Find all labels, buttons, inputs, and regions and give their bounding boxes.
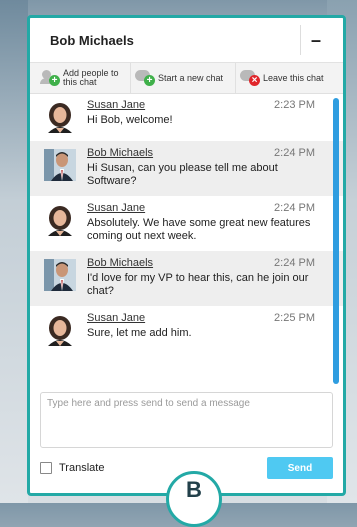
message-input-placeholder: Type here and press send to send a messa… — [47, 398, 250, 409]
start-new-chat-button[interactable]: + Start a new chat — [130, 63, 235, 93]
bottom-badge: B — [166, 471, 222, 527]
avatar — [44, 149, 76, 181]
translate-checkbox[interactable] — [40, 462, 52, 474]
message-text: Sure, let me add him. — [87, 327, 192, 339]
message-item: Susan Jane 2:23 PM Hi Bob, welcome! — [30, 93, 343, 141]
message-body: Bob Michaels 2:24 PM I'd love for my VP to… — [87, 257, 329, 298]
message-item: Bob Michaels 2:24 PM Hi Susan, can you ple… — [30, 141, 343, 196]
minimize-button[interactable]: – — [300, 25, 331, 55]
message-meta: Bob Michaels 2:24 PM — [87, 257, 315, 269]
leave-chat-button[interactable]: × Leave this chat — [235, 63, 343, 93]
message-sender-link[interactable]: Susan Jane — [87, 99, 145, 111]
add-person-icon: + — [40, 70, 60, 86]
avatar — [44, 204, 76, 236]
message-meta: Bob Michaels 2:24 PM — [87, 147, 315, 159]
add-people-label: Add people to this chat — [63, 68, 119, 87]
message-scrollbar[interactable] — [333, 98, 339, 384]
message-body: Susan Jane 2:25 PM Sure, let me add him. — [87, 312, 329, 346]
message-input[interactable]: Type here and press send to send a messa… — [40, 392, 333, 448]
message-time: 2:25 PM — [274, 312, 315, 324]
leave-chat-label: Leave this chat — [263, 73, 324, 83]
chat-title: Bob Michaels — [50, 32, 134, 48]
chat-toolbar: + Add people to this chat + Start a new … — [30, 63, 343, 94]
translate-label: Translate — [59, 462, 105, 474]
message-time: 2:24 PM — [274, 257, 315, 269]
chat-window: Bob Michaels – + Add people to this chat… — [27, 15, 346, 496]
translate-option[interactable]: Translate — [40, 462, 104, 474]
message-time: 2:24 PM — [274, 202, 315, 214]
message-time: 2:23 PM — [274, 99, 315, 111]
background-left — [0, 0, 28, 503]
message-body: Susan Jane 2:24 PM Absolutely. We have som… — [87, 202, 329, 243]
message-list[interactable]: Susan Jane 2:23 PM Hi Bob, welcome! Bob Mic… — [30, 93, 343, 389]
start-new-chat-label: Start a new chat — [158, 73, 224, 83]
message-item: Susan Jane 2:25 PM Sure, let me add him. — [30, 306, 343, 354]
avatar — [44, 101, 76, 133]
message-time: 2:24 PM — [274, 147, 315, 159]
message-body: Bob Michaels 2:24 PM Hi Susan, can you ple… — [87, 147, 329, 188]
message-sender-link[interactable]: Susan Jane — [87, 202, 145, 214]
message-item: Bob Michaels 2:24 PM I'd love for my VP to… — [30, 251, 343, 306]
message-text: Absolutely. We have some great new featu… — [87, 217, 311, 242]
avatar — [44, 314, 76, 346]
chat-titlebar: Bob Michaels – — [30, 18, 343, 63]
message-text: Hi Susan, can you please tell me about S… — [87, 162, 278, 187]
message-sender-link[interactable]: Susan Jane — [87, 312, 145, 324]
leave-chat-icon: × — [240, 70, 260, 86]
add-people-button[interactable]: + Add people to this chat — [30, 69, 130, 87]
send-button[interactable]: Send — [267, 457, 333, 479]
message-body: Susan Jane 2:23 PM Hi Bob, welcome! — [87, 99, 329, 133]
message-meta: Susan Jane 2:25 PM — [87, 312, 315, 324]
message-meta: Susan Jane 2:24 PM — [87, 202, 315, 214]
message-sender-link[interactable]: Bob Michaels — [87, 257, 153, 269]
message-sender-link[interactable]: Bob Michaels — [87, 147, 153, 159]
new-chat-icon: + — [135, 70, 155, 86]
message-meta: Susan Jane 2:23 PM — [87, 99, 315, 111]
avatar — [44, 259, 76, 291]
message-text: Hi Bob, welcome! — [87, 114, 173, 126]
message-item: Susan Jane 2:24 PM Absolutely. We have som… — [30, 196, 343, 251]
message-text: I'd love for my VP to hear this, can he … — [87, 272, 309, 297]
